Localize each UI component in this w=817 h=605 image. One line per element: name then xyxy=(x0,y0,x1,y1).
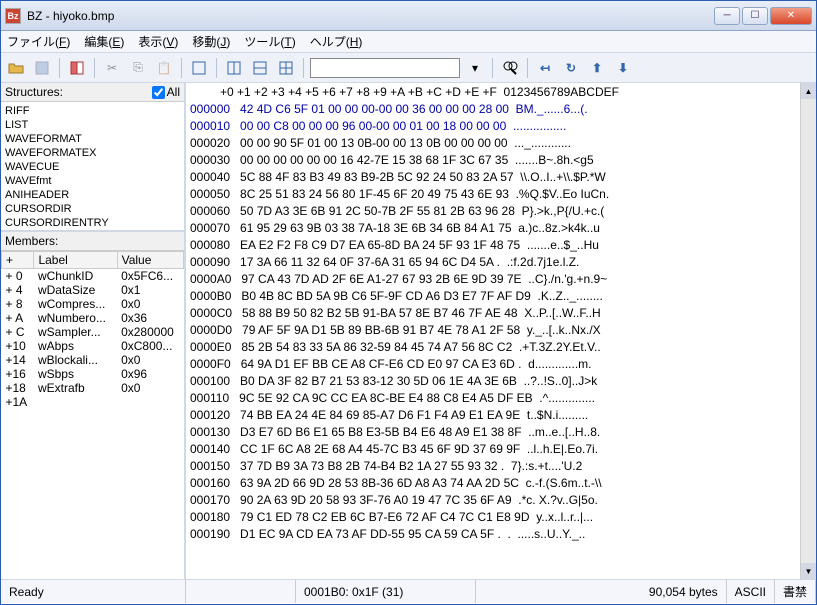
hex-row[interactable]: 0000B0 B0 4B 8C BD 5A 9B C6 5F-9F CD A6 … xyxy=(190,288,816,305)
scroll-up-icon[interactable]: ▲ xyxy=(801,83,816,99)
menu-view[interactable]: 表示(V) xyxy=(138,33,178,50)
hex-row[interactable]: 000100 B0 DA 3F 82 B7 21 53 83-12 30 5D … xyxy=(190,373,816,390)
member-row[interactable]: + 0wChunkID0x5FC6... xyxy=(2,269,184,284)
menu-tools[interactable]: ツール(T) xyxy=(244,33,295,50)
menu-move[interactable]: 移動(J) xyxy=(192,33,230,50)
vertical-scrollbar[interactable]: ▲ ▼ xyxy=(800,83,816,579)
nav-fwd[interactable]: ↻ xyxy=(560,57,582,79)
nav-down[interactable]: ⬇ xyxy=(612,57,634,79)
view-single[interactable] xyxy=(188,57,210,79)
left-panel: Structures: All RIFFLISTWAVEFORMATWAVEFO… xyxy=(1,83,186,579)
scroll-down-icon[interactable]: ▼ xyxy=(801,563,816,579)
structure-item[interactable]: RIFF xyxy=(3,104,182,118)
hex-row[interactable]: 000150 37 7D B9 3A 73 B8 2B 74-B4 B2 1A … xyxy=(190,458,816,475)
member-row[interactable]: + 4wDataSize0x1 xyxy=(2,283,184,297)
hex-header: +0 +1 +2 +3 +4 +5 +6 +7 +8 +9 +A +B +C +… xyxy=(186,83,816,101)
member-row[interactable]: + AwNumbero...0x36 xyxy=(2,311,184,325)
copy-button[interactable]: ⎘ xyxy=(127,57,149,79)
status-mode: 書禁 xyxy=(775,580,816,603)
all-checkbox[interactable] xyxy=(152,86,165,99)
menu-help[interactable]: ヘルプ(H) xyxy=(310,33,363,50)
save-button[interactable] xyxy=(31,57,53,79)
hex-row[interactable]: 000040 5C 88 4F 83 B3 49 83 B9-2B 5C 92 … xyxy=(190,169,816,186)
members-table[interactable]: + Label Value + 0wChunkID0x5FC6...+ 4wDa… xyxy=(1,251,184,579)
hex-row[interactable]: 000190 D1 EC 9A CD EA 73 AF DD-55 95 CA … xyxy=(190,526,816,543)
hex-row[interactable]: 000160 63 9A 2D 66 9D 28 53 8B-36 6D A8 … xyxy=(190,475,816,492)
hex-row[interactable]: 0000C0 58 88 B9 50 82 B2 5B 91-BA 57 8E … xyxy=(190,305,816,322)
hex-row[interactable]: 000180 79 C1 ED 78 C2 EB 6C B7-E6 72 AF … xyxy=(190,509,816,526)
hex-row[interactable]: 000130 D3 E7 6D B6 E1 65 B8 E3-5B B4 E6 … xyxy=(190,424,816,441)
toggle-button[interactable] xyxy=(66,57,88,79)
hex-row[interactable]: 000110 9C 5E 92 CA 9C CC EA 8C-BE E4 88 … xyxy=(190,390,816,407)
view-hsplit[interactable] xyxy=(249,57,271,79)
status-bar: Ready 0001B0: 0x1F (31) 90,054 bytes ASC… xyxy=(1,579,816,603)
hex-row[interactable]: 0000F0 64 9A D1 EF BB CE A8 CF-E6 CD E0 … xyxy=(190,356,816,373)
menu-bar: ファイル(F) 編集(E) 表示(V) 移動(J) ツール(T) ヘルプ(H) xyxy=(1,31,816,53)
hex-row[interactable]: 000000 42 4D C6 5F 01 00 00 00-00 00 36 … xyxy=(190,101,816,118)
status-encoding: ASCII xyxy=(727,580,775,603)
cut-button[interactable]: ✂ xyxy=(101,57,123,79)
structures-list[interactable]: RIFFLISTWAVEFORMATWAVEFORMATEXWAVECUEWAV… xyxy=(1,102,184,232)
nav-back[interactable]: ↤ xyxy=(534,57,556,79)
structure-item[interactable]: WAVEfmt xyxy=(3,174,182,188)
toolbar: ✂ ⎘ 📋 ▾ ↤ ↻ ⬆ ⬇ xyxy=(1,53,816,83)
structure-item[interactable]: ANIHEADER xyxy=(3,188,182,202)
structure-item[interactable]: LIST xyxy=(3,118,182,132)
hex-view[interactable]: +0 +1 +2 +3 +4 +5 +6 +7 +8 +9 +A +B +C +… xyxy=(186,83,816,579)
member-row[interactable]: +14wBlockali...0x0 xyxy=(2,353,184,367)
structure-item[interactable]: WAVEFORMAT xyxy=(3,132,182,146)
hex-row[interactable]: 000070 61 95 29 63 9B 03 38 7A-18 3E 6B … xyxy=(190,220,816,237)
maximize-button[interactable]: ☐ xyxy=(742,7,768,25)
hex-row[interactable]: 000010 00 00 C8 00 00 00 96 00-00 00 01 … xyxy=(190,118,816,135)
col-label[interactable]: Label xyxy=(34,252,117,269)
hex-row[interactable]: 0000A0 97 CA 43 7D AD 2F 6E A1-27 67 93 … xyxy=(190,271,816,288)
member-row[interactable]: + CwSampler...0x280000 xyxy=(2,325,184,339)
close-button[interactable]: ✕ xyxy=(770,7,812,25)
hex-row[interactable]: 000080 EA E2 F2 F8 C9 D7 EA 65-8D BA 24 … xyxy=(190,237,816,254)
title-bar: Bz BZ - hiyoko.bmp ─ ☐ ✕ xyxy=(1,1,816,31)
structures-label: Structures: xyxy=(5,85,63,99)
member-row[interactable]: +16wSbps0x96 xyxy=(2,367,184,381)
col-offset[interactable]: + xyxy=(2,252,34,269)
hex-row[interactable]: 000060 50 7D A3 3E 6B 91 2C 50-7B 2F 55 … xyxy=(190,203,816,220)
all-label: All xyxy=(167,85,180,99)
status-ready: Ready xyxy=(1,580,186,603)
hex-row[interactable]: 000050 8C 25 51 83 24 56 80 1F-45 6F 20 … xyxy=(190,186,816,203)
hex-row[interactable]: 000140 CC 1F 6C A8 2E 68 A4 45-7C B3 45 … xyxy=(190,441,816,458)
window-title: BZ - hiyoko.bmp xyxy=(27,9,714,23)
open-button[interactable] xyxy=(5,57,27,79)
hex-row[interactable]: 0000E0 85 2B 54 83 33 5A 86 32-59 84 45 … xyxy=(190,339,816,356)
member-row[interactable]: +1A xyxy=(2,395,184,409)
search-dropdown[interactable]: ▾ xyxy=(464,57,486,79)
hex-row[interactable]: 000030 00 00 00 00 00 00 16 42-7E 15 38 … xyxy=(190,152,816,169)
paste-button[interactable]: 📋 xyxy=(153,57,175,79)
find-button[interactable] xyxy=(499,57,521,79)
structure-item[interactable]: WAVECUE xyxy=(3,160,182,174)
hex-row[interactable]: 000020 00 00 90 5F 01 00 13 0B-00 00 13 … xyxy=(190,135,816,152)
structure-item[interactable]: CURSORDIR xyxy=(3,202,182,216)
hex-row[interactable]: 000120 74 BB EA 24 4E 84 69 85-A7 D6 F1 … xyxy=(190,407,816,424)
member-row[interactable]: + 8wCompres...0x0 xyxy=(2,297,184,311)
member-row[interactable]: +10wAbps0xC800... xyxy=(2,339,184,353)
minimize-button[interactable]: ─ xyxy=(714,7,740,25)
structure-item[interactable]: CURSORDIRENTRY xyxy=(3,216,182,230)
view-vsplit[interactable] xyxy=(223,57,245,79)
hex-row[interactable]: 000170 90 2A 63 9D 20 58 93 3F-76 A0 19 … xyxy=(190,492,816,509)
search-input[interactable] xyxy=(310,58,460,78)
member-row[interactable]: +18wExtrafb0x0 xyxy=(2,381,184,395)
menu-file[interactable]: ファイル(F) xyxy=(7,33,70,50)
col-value[interactable]: Value xyxy=(117,252,183,269)
app-icon: Bz xyxy=(5,8,21,24)
nav-up[interactable]: ⬆ xyxy=(586,57,608,79)
hex-row[interactable]: 0000D0 79 AF 5F 9A D1 5B 89 BB-6B 91 B7 … xyxy=(190,322,816,339)
status-position: 0001B0: 0x1F (31) xyxy=(296,580,476,603)
members-label: Members: xyxy=(1,232,184,251)
structure-item[interactable]: WAVEFORMATEX xyxy=(3,146,182,160)
hex-row[interactable]: 000090 17 3A 66 11 32 64 0F 37-6A 31 65 … xyxy=(190,254,816,271)
view-grid[interactable] xyxy=(275,57,297,79)
menu-edit[interactable]: 編集(E) xyxy=(84,33,124,50)
status-size: 90,054 bytes xyxy=(641,580,727,603)
